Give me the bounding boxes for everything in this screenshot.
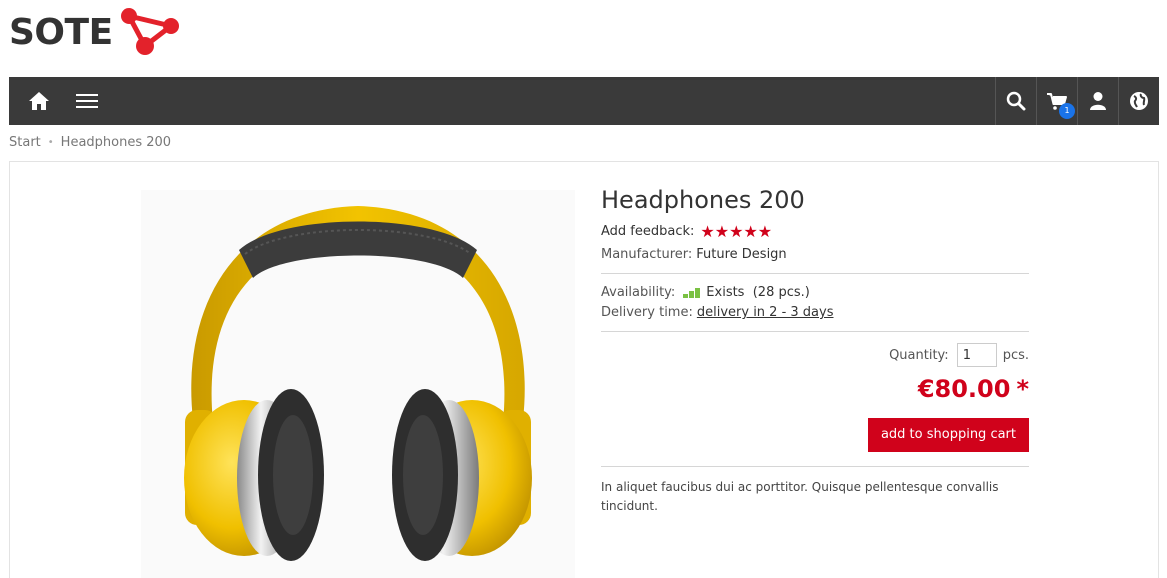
product-panel: Headphones 200 Add feedback: ★★★★★ Manuf… [9,161,1159,578]
feedback-row: Add feedback: ★★★★★ [601,222,1029,241]
search-icon [1006,91,1026,111]
manufacturer-row: Manufacturer: Future Design [601,247,1029,262]
product-title: Headphones 200 [601,186,805,214]
main-navbar: 1 [9,77,1159,125]
breadcrumb: Start • Headphones 200 [9,135,171,150]
price: €80.00 * [601,375,1029,403]
product-image[interactable] [141,190,575,578]
search-button[interactable] [995,77,1036,125]
delivery-link[interactable]: delivery in 2 - 3 days [697,305,834,320]
availability-label: Availability: [601,285,676,300]
price-footnote-mark: * [1016,375,1029,403]
sote-molecule-icon [120,8,179,55]
menu-button[interactable] [63,77,111,125]
add-to-cart-button[interactable]: add to shopping cart [867,418,1029,452]
manufacturer-value: Future Design [696,247,787,262]
product-description: In aliquet faucibus dui ac porttitor. Qu… [601,480,999,513]
cart-count-badge: 1 [1059,103,1075,119]
home-button[interactable] [15,77,63,125]
site-logo[interactable]: SOTE [9,6,181,58]
delivery-label: Delivery time: [601,305,693,320]
brand-name: SOTE [9,11,113,53]
rating-stars[interactable]: ★★★★★ [700,222,772,241]
globe-icon [1130,92,1148,110]
divider [601,331,1029,332]
quantity-label: Quantity: [889,347,949,363]
availability-row: Availability: Exists (28 pcs.) [601,285,1029,300]
account-button[interactable] [1077,77,1118,125]
breadcrumb-separator: • [47,137,54,148]
divider [601,466,1029,467]
manufacturer-label: Manufacturer: [601,247,693,262]
availability-bars-icon [683,287,701,298]
quantity-row: Quantity: pcs. [601,343,1029,367]
delivery-row: Delivery time: delivery in 2 - 3 days [601,305,1029,320]
cart-button[interactable]: 1 [1036,77,1077,125]
product-details: Headphones 200 Add feedback: ★★★★★ Manuf… [601,186,1029,516]
quantity-input[interactable] [956,343,997,367]
availability-value: Exists (28 pcs.) [706,285,810,300]
breadcrumb-current: Headphones 200 [60,135,172,150]
language-button[interactable] [1118,77,1159,125]
divider [601,273,1029,274]
menu-icon [76,94,98,108]
quantity-unit: pcs. [1002,347,1029,363]
price-value: €80.00 [917,375,1011,403]
headphones-image [184,206,532,561]
home-icon [29,92,49,110]
feedback-label[interactable]: Add feedback: [601,224,694,239]
buy-section: Quantity: pcs. €80.00* add to shopping c… [601,343,1029,452]
user-icon [1090,92,1106,110]
breadcrumb-start-link[interactable]: Start [9,135,41,150]
